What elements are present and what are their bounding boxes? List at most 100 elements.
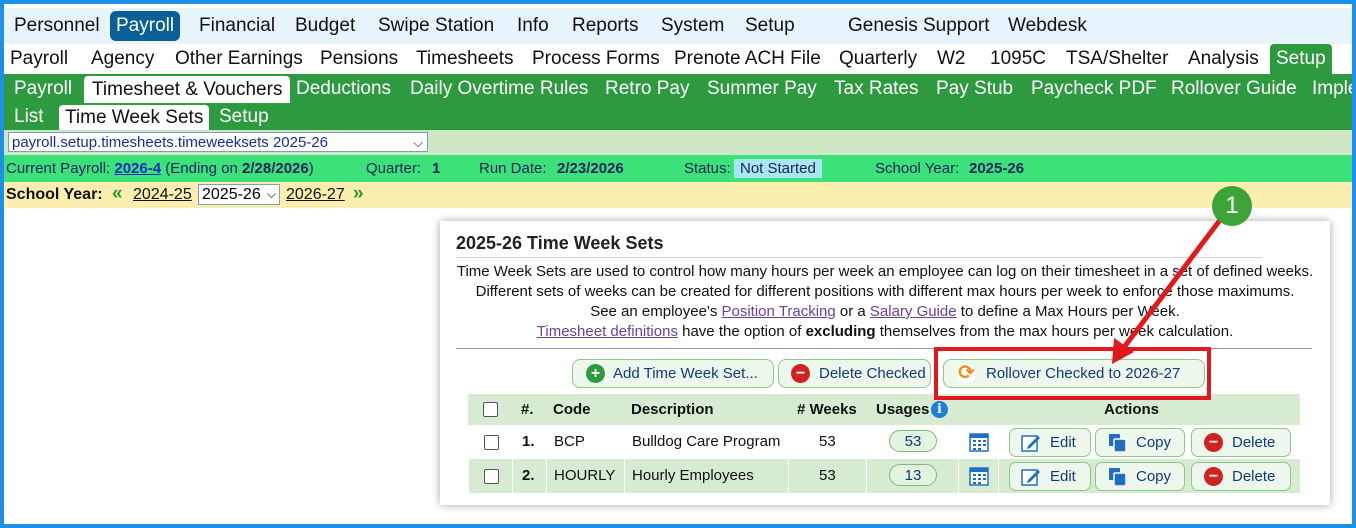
- top-menu-genesis-support[interactable]: Genesis Support: [842, 11, 996, 41]
- line4-text-a: have the option of: [677, 323, 806, 340]
- calendar-icon[interactable]: [969, 432, 989, 452]
- top-menu-reports[interactable]: Reports: [566, 11, 645, 41]
- row-checkbox[interactable]: [484, 435, 499, 450]
- setup-menu-pay-stub[interactable]: Pay Stub: [936, 74, 1013, 103]
- top-menu-info[interactable]: Info: [511, 11, 555, 41]
- year-bar-label: School Year:: [6, 186, 103, 203]
- usages-button[interactable]: 53: [889, 430, 937, 452]
- timesheet-definitions-link[interactable]: Timesheet definitions: [537, 323, 678, 340]
- run-date-value: 2/23/2026: [557, 160, 624, 177]
- setup-menu-daily-overtime-rules[interactable]: Daily Overtime Rules: [410, 74, 588, 103]
- top-menu-setup[interactable]: Setup: [739, 11, 801, 41]
- path-bar: payroll.setup.timesheets.timeweeksets 20…: [4, 130, 1352, 155]
- delete-button[interactable]: − Delete: [1191, 462, 1291, 491]
- setup-menu-summer-pay[interactable]: Summer Pay: [707, 74, 817, 103]
- calendar-icon[interactable]: [969, 466, 989, 486]
- copy-button[interactable]: Copy: [1095, 428, 1185, 457]
- current-payroll-link[interactable]: 2026-4: [114, 160, 161, 177]
- setup-menu-rollover-guide[interactable]: Rollover Guide: [1171, 74, 1297, 103]
- top-menu-financial[interactable]: Financial: [193, 11, 281, 41]
- setup-menu-retro-pay[interactable]: Retro Pay: [605, 74, 689, 103]
- panel-description: Time Week Sets are used to control how m…: [440, 262, 1330, 342]
- row-calendar-cell: [958, 459, 998, 493]
- top-menu-swipe-station[interactable]: Swipe Station: [372, 11, 500, 41]
- delete-button[interactable]: − Delete: [1191, 428, 1291, 457]
- submenu-analysis[interactable]: Analysis: [1188, 44, 1259, 74]
- edit-button[interactable]: Edit: [1009, 428, 1091, 457]
- edit-button[interactable]: Edit: [1009, 462, 1091, 491]
- top-menu-webdesk[interactable]: Webdesk: [1002, 11, 1093, 41]
- add-button-label: Add Time Week Set...: [613, 365, 758, 382]
- page-path-value: payroll.setup.timesheets.timeweeksets 20…: [12, 134, 328, 151]
- minus-circle-icon: −: [791, 364, 810, 383]
- delete-label: Delete: [1232, 434, 1276, 451]
- page-path-select[interactable]: payroll.setup.timesheets.timeweeksets 20…: [8, 132, 428, 152]
- next-year-link[interactable]: 2026-27: [286, 186, 345, 204]
- header-usages: Usages: [876, 401, 930, 418]
- ending-close: ): [308, 160, 314, 177]
- setup-menu-imple[interactable]: Imple: [1312, 74, 1352, 103]
- setup-menu-deductions[interactable]: Deductions: [296, 74, 391, 103]
- select-all-checkbox[interactable]: [483, 402, 498, 417]
- submenu-w2[interactable]: W2: [937, 44, 966, 74]
- delete-checked-button[interactable]: − Delete Checked: [778, 359, 931, 388]
- salary-guide-link[interactable]: Salary Guide: [870, 303, 957, 320]
- setup-menu-paycheck-pdf[interactable]: Paycheck PDF: [1031, 74, 1157, 103]
- app-frame: Personnel Payroll Financial Budget Swipe…: [0, 0, 1356, 528]
- submenu-agency[interactable]: Agency: [91, 44, 154, 74]
- setup-menu: Payroll Timesheet & Vouchers Deductions …: [4, 74, 1352, 103]
- position-tracking-link[interactable]: Position Tracking: [721, 303, 835, 320]
- top-menu-system[interactable]: System: [655, 11, 730, 41]
- previous-year-link[interactable]: 2024-25: [133, 186, 192, 204]
- chevron-down-icon: ⌵: [266, 187, 276, 201]
- usages-button[interactable]: 13: [889, 464, 937, 486]
- annotation-step-marker: 1: [1212, 186, 1252, 226]
- row-num-cell: 1.: [512, 425, 546, 459]
- menu-time-week-sets[interactable]: Time Week Sets: [59, 105, 210, 130]
- chevron-double-left-icon[interactable]: «: [112, 183, 123, 205]
- row-description-cell: Hourly Employees: [624, 459, 788, 493]
- submenu-setup[interactable]: Setup: [1270, 44, 1332, 74]
- edit-icon: [1021, 435, 1040, 452]
- chevron-double-right-icon[interactable]: »: [353, 183, 364, 205]
- status-label: Status:: [684, 160, 731, 177]
- payroll-status-bar: Current Payroll: 2026-4 (Ending on 2/28/…: [4, 155, 1352, 182]
- top-menu-personnel[interactable]: Personnel: [8, 11, 106, 41]
- status-badge: Not Started: [734, 159, 822, 178]
- menu-list[interactable]: List: [14, 103, 44, 130]
- add-time-week-set-button[interactable]: + Add Time Week Set...: [572, 359, 774, 388]
- row-usages-cell: 13: [866, 459, 958, 493]
- submenu-prenote-ach-file[interactable]: Prenote ACH File: [674, 44, 821, 74]
- row-checkbox[interactable]: [484, 469, 499, 484]
- submenu-quarterly[interactable]: Quarterly: [839, 44, 917, 74]
- row-code: HOURLY: [554, 467, 616, 484]
- row-description: Bulldog Care Program: [632, 433, 781, 450]
- row-actions-cell: Edit Copy − Delete: [998, 425, 1300, 459]
- submenu-pensions[interactable]: Pensions: [320, 44, 398, 74]
- submenu-payroll[interactable]: Payroll: [10, 44, 68, 74]
- submenu-tsa-shelter[interactable]: TSA/Shelter: [1066, 44, 1168, 74]
- copy-button[interactable]: Copy: [1095, 462, 1185, 491]
- setup-menu-timesheet-vouchers[interactable]: Timesheet & Vouchers: [84, 76, 291, 103]
- copy-icon: [1109, 468, 1127, 487]
- title-divider: [456, 257, 1262, 258]
- row-weeks: 53: [819, 467, 836, 484]
- submenu-process-forms[interactable]: Process Forms: [532, 44, 660, 74]
- top-menu-budget[interactable]: Budget: [289, 11, 361, 41]
- top-menu-payroll[interactable]: Payroll: [110, 11, 181, 41]
- menu-setup[interactable]: Setup: [219, 103, 269, 130]
- submenu-timesheets[interactable]: Timesheets: [416, 44, 514, 74]
- info-icon[interactable]: i: [931, 401, 948, 418]
- school-year-select[interactable]: 2025-26 ⌵: [198, 184, 280, 205]
- submenu-other-earnings[interactable]: Other Earnings: [175, 44, 303, 74]
- row-num-cell: 2.: [512, 459, 546, 493]
- row-code-cell: BCP: [546, 425, 624, 459]
- table-row: 1. BCP Bulldog Care Program 53 53 Edit C…: [468, 425, 1300, 459]
- setup-menu-payroll[interactable]: Payroll: [14, 74, 72, 103]
- setup-menu-tax-rates[interactable]: Tax Rates: [834, 74, 918, 103]
- header-description: Description: [631, 401, 714, 418]
- submenu-1095c[interactable]: 1095C: [990, 44, 1046, 74]
- plus-circle-icon: +: [586, 364, 605, 383]
- description-line-4: Timesheet definitions have the option of…: [440, 322, 1330, 342]
- school-year-label: School Year:: [875, 160, 960, 177]
